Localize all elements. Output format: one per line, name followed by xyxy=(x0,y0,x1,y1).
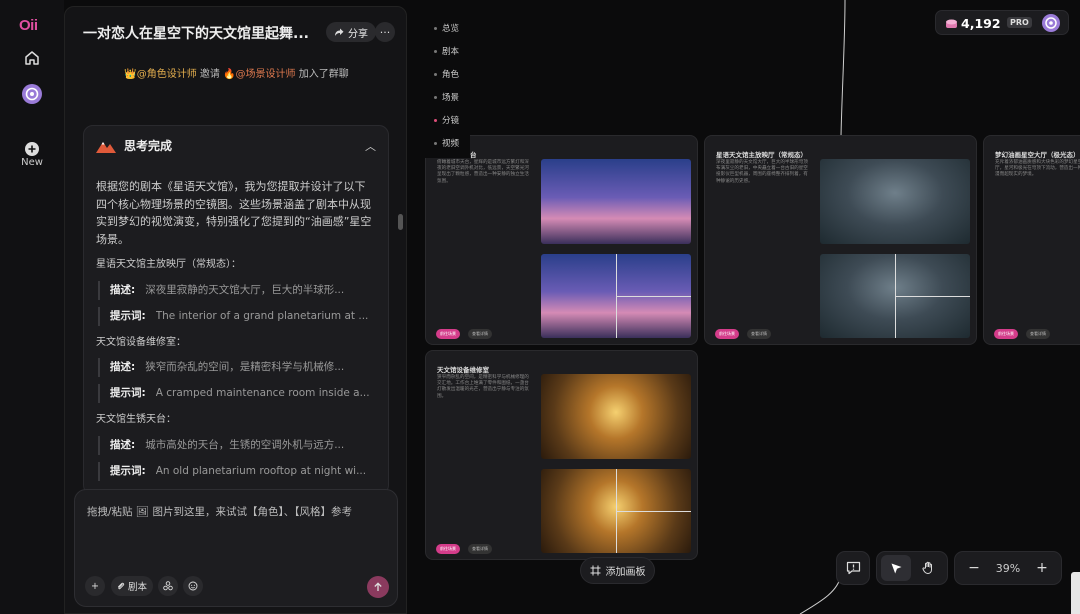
card-secondary-tag[interactable]: 查看详情 xyxy=(468,329,492,339)
card-title: 台 xyxy=(470,151,477,159)
scene-card-rooftop[interactable]: 台 俯瞰着城市天台，星辉的是城市远方繁灯和深夜的老旧空调外机对比，低远景，天空繁… xyxy=(425,135,698,345)
card-secondary-tag[interactable]: 查看详情 xyxy=(747,329,771,339)
scene-storyboard-grid[interactable] xyxy=(820,254,970,338)
nav-item-overview[interactable]: 总览 xyxy=(433,22,459,34)
comment-button[interactable] xyxy=(836,551,870,585)
card-desc: 俯瞰着城市天台，星辉的是城市远方繁灯和深夜的老旧空调外机对比，低远景，天空繁光河… xyxy=(437,160,529,184)
pro-badge: PRO xyxy=(1007,17,1032,28)
card-title: 梦幻油画星空大厅（极光态） xyxy=(995,151,1080,159)
card-title: 星语天文馆主放映厅（常规态） xyxy=(716,151,807,159)
credits-badge[interactable]: 4,192 PRO xyxy=(935,10,1069,35)
scene-image[interactable] xyxy=(541,159,691,244)
card-title: 天文馆设备维修室 xyxy=(437,366,489,374)
zoom-in-button[interactable]: + xyxy=(1027,555,1057,581)
card-primary-tag[interactable]: 前往场景 xyxy=(436,329,460,339)
card-primary-tag[interactable]: 前往场景 xyxy=(994,329,1018,339)
gem-stack-icon xyxy=(946,19,957,28)
frame-add-icon xyxy=(590,565,600,576)
card-desc: 深夜里寂静的天文馆大厅，巨大的半球形穹顶布满灰尘的老旧，中央矗立着一台古旧的星空… xyxy=(716,160,808,184)
cursor-arrow-icon xyxy=(891,563,901,573)
add-panel-label: 添加画板 xyxy=(605,567,646,578)
add-panel-button[interactable]: 添加画板 xyxy=(580,557,655,584)
zoom-level: 39% xyxy=(995,561,1021,575)
nav-item-scenes[interactable]: 场景 xyxy=(433,91,459,103)
card-desc: 充斥着浓郁油画质感和大块色彩的梦幻星空大厅，星河和极光在穹顶下流动，营造出一种浪… xyxy=(995,160,1080,178)
grid-divider xyxy=(895,296,970,297)
card-desc: 狭窄而杂乱的空间，是精密科学与机械修理的交汇地。工作台上堆满了零件和图纸，一盏台… xyxy=(437,375,529,399)
scene-card-hall[interactable]: 星语天文馆主放映厅（常规态） 深夜里寂静的天文馆大厅，巨大的半球形穹顶布满灰尘的… xyxy=(704,135,977,345)
scene-image[interactable] xyxy=(541,374,691,459)
nav-item-script[interactable]: 剧本 xyxy=(433,45,459,57)
zoom-out-button[interactable]: − xyxy=(959,555,989,581)
canvas-toolbar: − 39% + xyxy=(836,551,1062,585)
grid-divider xyxy=(616,511,691,512)
scene-card-dream[interactable]: 梦幻油画星空大厅（极光态） 充斥着浓郁油画质感和大块色彩的梦幻星空大厅，星河和极… xyxy=(983,135,1080,345)
user-avatar[interactable] xyxy=(1042,14,1060,32)
scene-storyboard-grid[interactable] xyxy=(541,254,691,338)
nav-item-characters[interactable]: 角色 xyxy=(433,68,459,80)
nav-item-video[interactable]: 视频 xyxy=(433,137,459,149)
scene-image[interactable] xyxy=(820,159,970,244)
pointer-tools xyxy=(876,551,948,585)
scene-storyboard-grid[interactable] xyxy=(541,469,691,553)
card-primary-tag[interactable]: 前往场景 xyxy=(715,329,739,339)
zoom-control: − 39% + xyxy=(954,551,1062,585)
hand-icon xyxy=(921,561,932,575)
credits-count: 4,192 xyxy=(961,16,1001,31)
canvas-section-nav: 总览 剧本 角色 场景 分镜 视频 xyxy=(425,18,470,158)
select-tool-button[interactable] xyxy=(881,555,911,581)
minimap-tab[interactable] xyxy=(1071,572,1080,614)
nav-item-storyboard[interactable]: 分镜 xyxy=(433,114,459,126)
card-secondary-tag[interactable]: 查看详情 xyxy=(468,544,492,554)
comment-alert-icon xyxy=(846,561,860,575)
scene-card-room[interactable]: 天文馆设备维修室 狭窄而杂乱的空间，是精密科学与机械修理的交汇地。工作台上堆满了… xyxy=(425,350,698,560)
card-primary-tag[interactable]: 前往场景 xyxy=(436,544,460,554)
grid-divider xyxy=(616,296,691,297)
card-secondary-tag[interactable]: 查看详情 xyxy=(1026,329,1050,339)
hand-tool-button[interactable] xyxy=(913,555,943,581)
